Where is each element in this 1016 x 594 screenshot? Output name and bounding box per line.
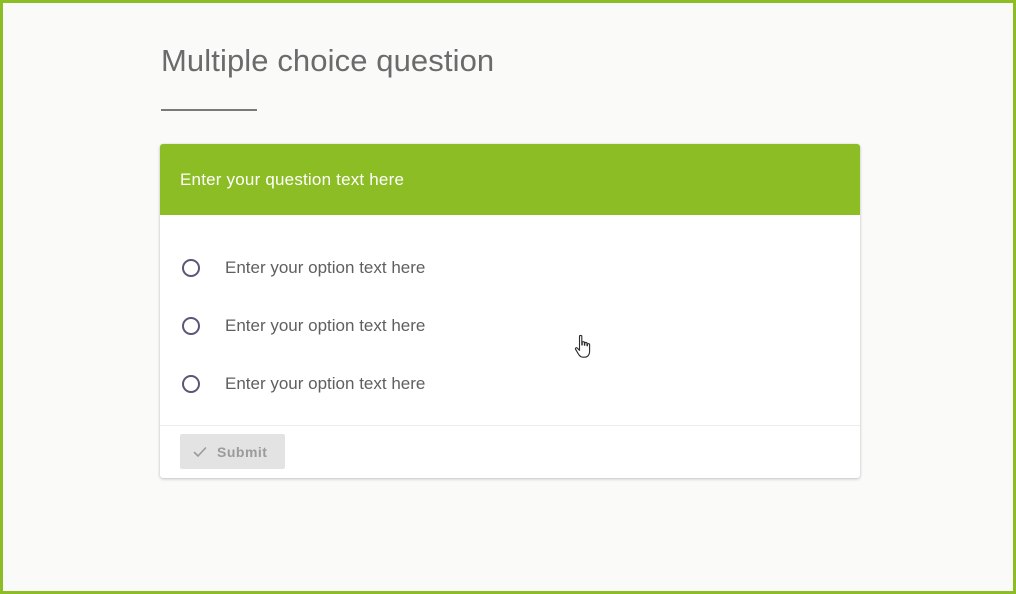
option-2[interactable]: Enter your option text here xyxy=(160,297,860,355)
title-underline xyxy=(161,109,257,111)
card-footer: Submit xyxy=(160,426,860,469)
submit-button[interactable]: Submit xyxy=(180,434,285,469)
option-3[interactable]: Enter your option text here xyxy=(160,355,860,413)
radio-button-icon[interactable] xyxy=(182,259,200,277)
radio-button-icon[interactable] xyxy=(182,375,200,393)
question-text: Enter your question text here xyxy=(180,169,405,189)
page-title: Multiple choice question xyxy=(161,43,495,78)
app-frame: Multiple choice question Enter your ques… xyxy=(0,0,1016,594)
option-label: Enter your option text here xyxy=(225,258,426,277)
radio-button-icon[interactable] xyxy=(182,317,200,335)
option-1[interactable]: Enter your option text here xyxy=(160,239,860,297)
check-icon xyxy=(193,446,207,457)
submit-label: Submit xyxy=(217,443,268,460)
question-card: Enter your question text here Enter your… xyxy=(160,144,860,478)
option-label: Enter your option text here xyxy=(225,316,426,335)
option-label: Enter your option text here xyxy=(225,374,426,393)
question-header: Enter your question text here xyxy=(160,144,860,215)
options-list: Enter your option text here Enter your o… xyxy=(160,215,860,426)
hand-pointer-icon xyxy=(574,334,591,358)
